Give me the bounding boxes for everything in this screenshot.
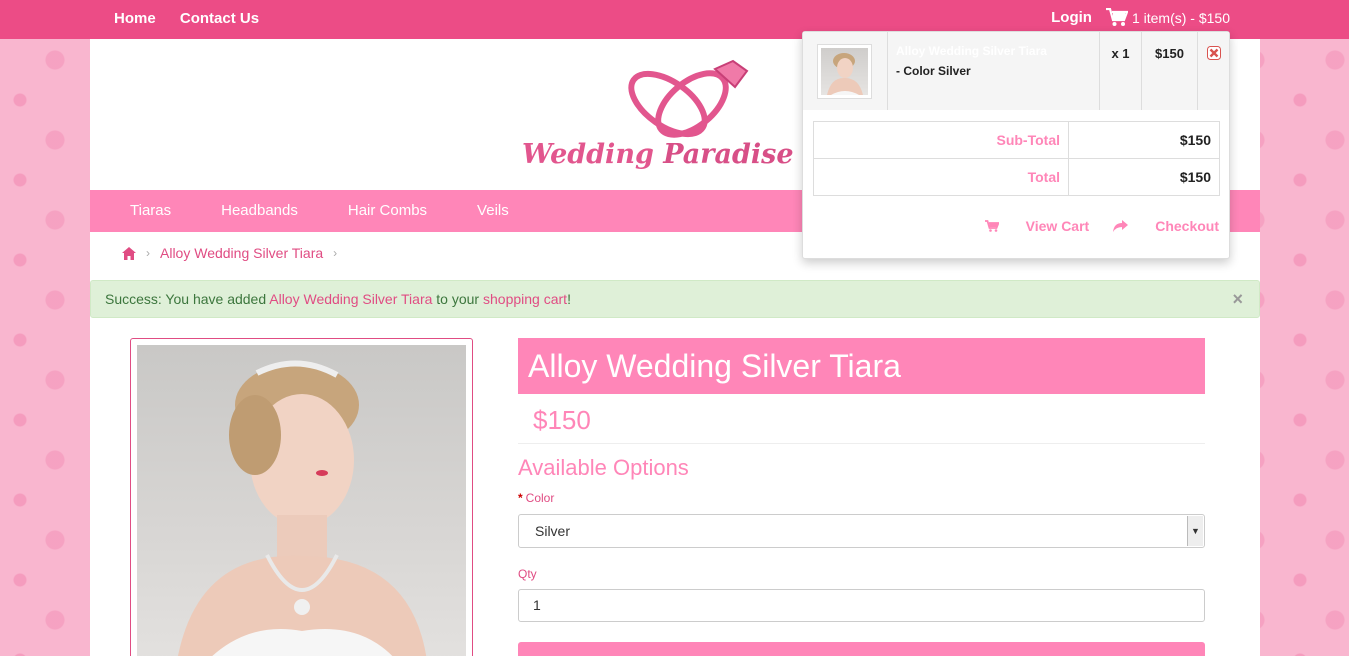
- chevron-right-icon: ›: [333, 246, 338, 260]
- nav-item-headbands[interactable]: Headbands: [221, 190, 298, 232]
- product-title: Alloy Wedding Silver Tiara: [518, 338, 1205, 394]
- view-cart-label: View Cart: [1025, 218, 1090, 234]
- breadcrumb-product[interactable]: Alloy Wedding Silver Tiara: [160, 245, 323, 261]
- product-price: $150: [533, 405, 591, 435]
- cart-item-thumb[interactable]: [803, 32, 888, 110]
- home-link[interactable]: Home: [114, 10, 156, 27]
- qty-label: Qty: [518, 567, 537, 581]
- top-right: Login 1 item(s) - $150: [1051, 8, 1230, 27]
- contact-us-link[interactable]: Contact Us: [180, 10, 259, 27]
- logo-word-wedding: Wedding: [522, 139, 654, 170]
- remove-item-button[interactable]: [1198, 32, 1229, 110]
- alert-text: !: [567, 291, 571, 307]
- home-icon[interactable]: [122, 246, 136, 260]
- alert-text: to your: [432, 291, 483, 307]
- cart-item-price: $150: [1142, 32, 1198, 110]
- add-to-cart-button[interactable]: [518, 642, 1205, 656]
- success-alert: Success: You have added Alloy Wedding Si…: [90, 280, 1260, 318]
- view-cart-link[interactable]: View Cart: [984, 218, 1090, 234]
- cart-item-qty: x 1: [1100, 32, 1142, 110]
- cart-item-name[interactable]: Alloy Wedding Silver Tiara: [896, 44, 1091, 58]
- checkout-link[interactable]: Checkout: [1113, 218, 1219, 234]
- cart-dropdown: Alloy Wedding Silver Tiara - Color Silve…: [802, 31, 1230, 259]
- shopping-cart-icon: [984, 220, 999, 232]
- nav-item-hair-combs[interactable]: Hair Combs: [348, 190, 427, 232]
- login-link[interactable]: Login: [1051, 9, 1092, 26]
- logo-word-paradise: Paradise: [663, 139, 794, 170]
- breadcrumb: › Alloy Wedding Silver Tiara ›: [122, 245, 347, 261]
- alert-product-link[interactable]: Alloy Wedding Silver Tiara: [269, 291, 432, 307]
- cart-totals-table: Sub-Total $150 Total $150: [813, 121, 1220, 196]
- top-links: Home Contact Us: [114, 10, 279, 27]
- total-row: Total $150: [813, 158, 1220, 196]
- required-mark: *: [518, 491, 523, 505]
- subtotal-row: Sub-Total $150: [813, 121, 1220, 159]
- divider: [518, 443, 1205, 444]
- color-label-text: Color: [525, 491, 555, 505]
- color-label: * Color: [518, 491, 554, 505]
- options-heading: Available Options: [518, 455, 689, 480]
- nav-item-veils[interactable]: Veils: [477, 190, 509, 232]
- product-image[interactable]: [130, 338, 473, 656]
- alert-close-button[interactable]: ×: [1232, 289, 1243, 310]
- cart-item-details: Alloy Wedding Silver Tiara - Color Silve…: [888, 32, 1100, 110]
- bride-illustration: [178, 360, 427, 656]
- checkout-label: Checkout: [1155, 218, 1219, 234]
- nav-item-tiaras[interactable]: Tiaras: [130, 190, 171, 232]
- color-select[interactable]: Silver ▼: [518, 514, 1205, 548]
- chevron-right-icon: ›: [146, 246, 150, 260]
- total-label: Total: [813, 158, 1069, 196]
- color-select-value: Silver: [535, 523, 571, 539]
- total-value: $150: [1068, 158, 1220, 196]
- cart-item-row: Alloy Wedding Silver Tiara - Color Silve…: [803, 32, 1229, 110]
- cart-thumb-image: [827, 53, 863, 95]
- cart-links: View Cart Checkout: [961, 218, 1219, 234]
- product-photo: [137, 345, 466, 656]
- remove-icon: [1206, 46, 1221, 60]
- cart-item-option: - Color Silver: [896, 64, 971, 78]
- subtotal-value: $150: [1068, 121, 1220, 159]
- logo-wordmark: Wedding Paradise Hu: [522, 139, 848, 170]
- cart-summary: 1 item(s) - $150: [1131, 9, 1230, 26]
- chevron-down-icon[interactable]: ▼: [1187, 516, 1203, 546]
- alert-cart-link[interactable]: shopping cart: [483, 291, 567, 307]
- qty-input[interactable]: 1: [518, 589, 1205, 622]
- shopping-cart-icon: [1105, 8, 1128, 26]
- cart-button[interactable]: 1 item(s) - $150: [1105, 8, 1230, 27]
- share-arrow-icon: [1113, 220, 1129, 232]
- alert-text: Success: You have added: [105, 291, 270, 307]
- subtotal-label: Sub-Total: [813, 121, 1069, 159]
